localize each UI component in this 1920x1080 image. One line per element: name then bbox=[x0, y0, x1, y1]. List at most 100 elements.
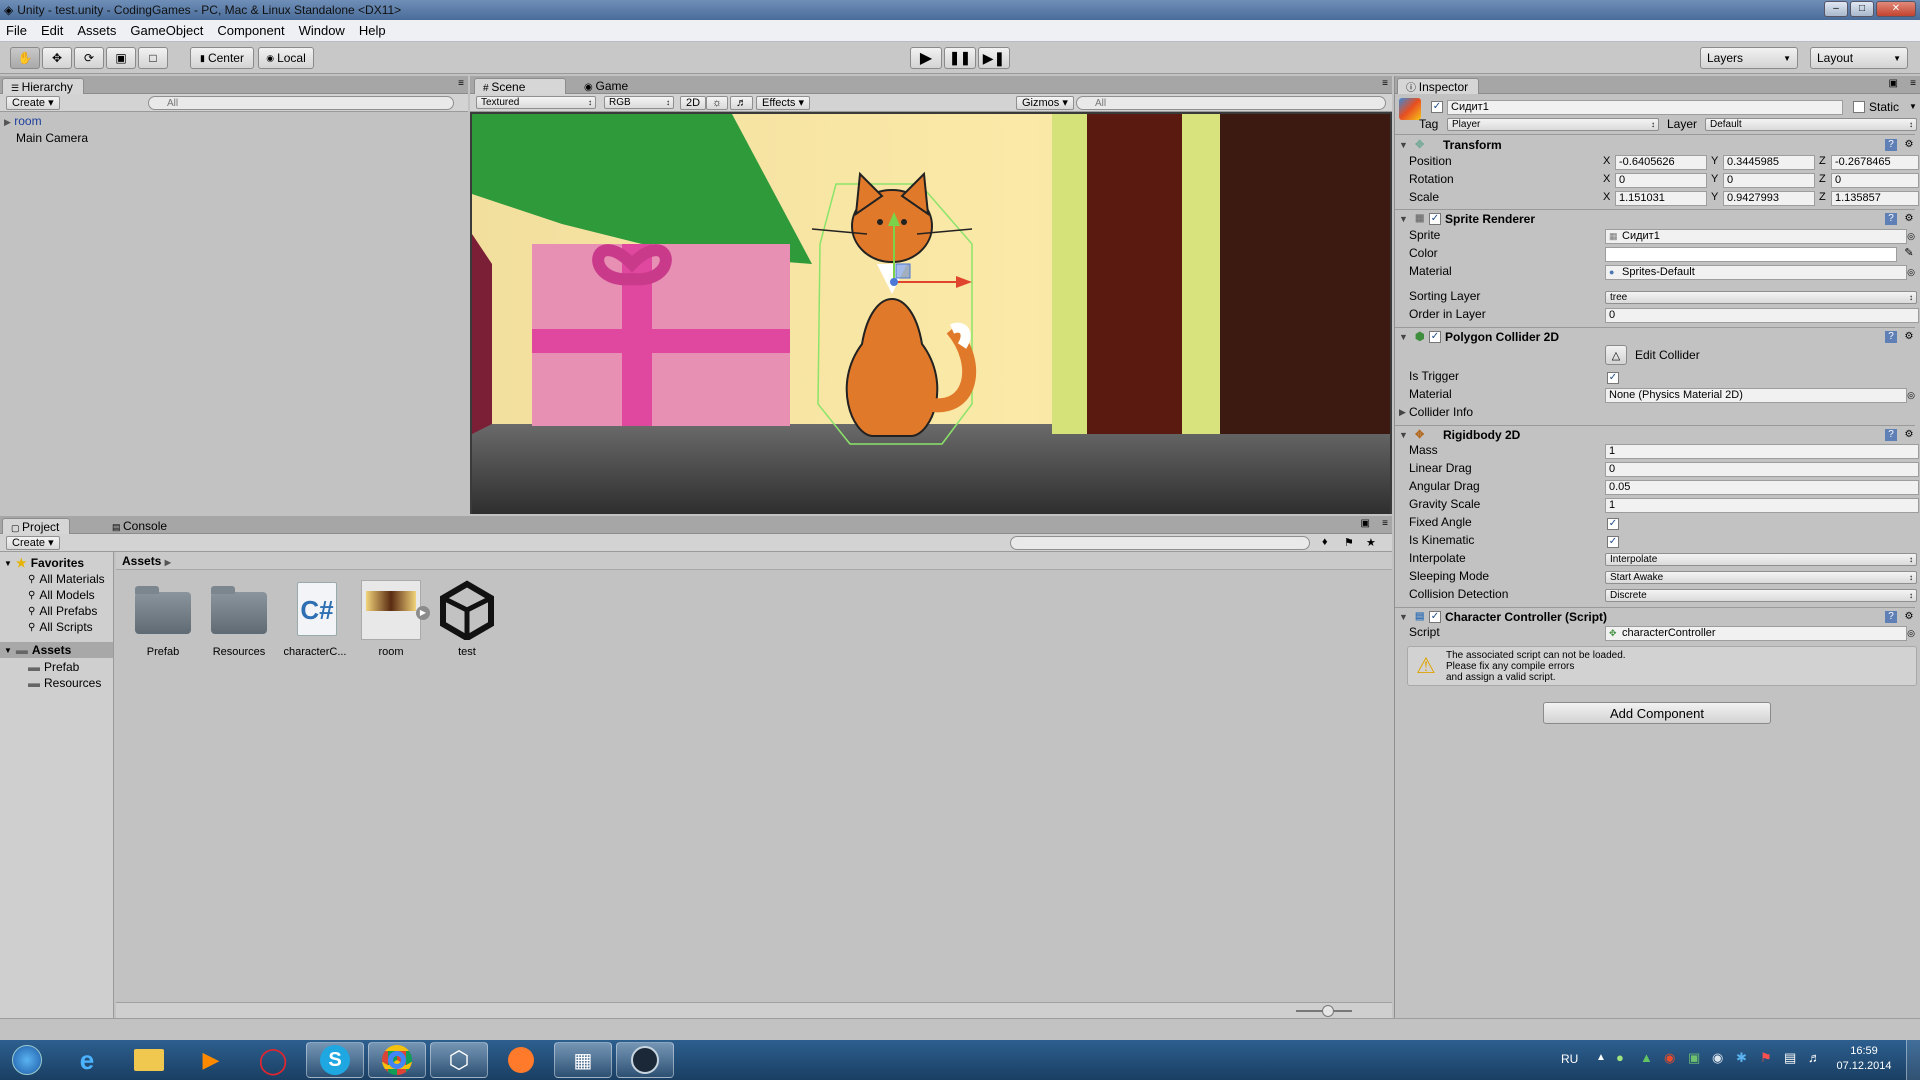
project-create-button[interactable]: Create ▾ bbox=[6, 536, 60, 550]
pause-button[interactable]: ❚❚ bbox=[944, 47, 976, 69]
tag-dropdown[interactable]: Player bbox=[1447, 118, 1659, 131]
menu-assets[interactable]: Assets bbox=[77, 23, 116, 38]
tray-app-icon[interactable]: ● bbox=[1616, 1050, 1624, 1065]
help-icon[interactable]: ? bbox=[1885, 611, 1897, 623]
help-icon[interactable]: ? bbox=[1885, 213, 1897, 225]
panel-menu-icon[interactable]: ≡ bbox=[1382, 78, 1388, 89]
collapse-arrow-icon[interactable]: ▼ bbox=[1399, 608, 1408, 626]
menu-component[interactable]: Component bbox=[217, 23, 284, 38]
taskbar-explorer[interactable] bbox=[120, 1042, 178, 1078]
mode-2d-toggle[interactable]: 2D bbox=[680, 96, 707, 110]
show-desktop-button[interactable] bbox=[1906, 1040, 1920, 1080]
object-picker-icon[interactable]: ◎ bbox=[1905, 389, 1917, 401]
transform-header[interactable]: ▼ ✥ Transform bbox=[1395, 136, 1775, 154]
panel-menu-icon[interactable]: ≡ bbox=[458, 78, 464, 89]
rotation-x-field[interactable]: 0 bbox=[1615, 173, 1707, 188]
rotation-z-field[interactable]: 0 bbox=[1831, 173, 1919, 188]
material-field[interactable]: ● Sprites-Default bbox=[1605, 265, 1907, 280]
lock-icon[interactable]: ▣ bbox=[1889, 78, 1898, 89]
network-icon[interactable]: ▤ bbox=[1784, 1050, 1796, 1066]
expand-arrow-icon[interactable]: ▶ bbox=[1399, 407, 1406, 418]
tray-app-icon[interactable]: ◉ bbox=[1664, 1050, 1675, 1066]
language-indicator[interactable]: RU bbox=[1561, 1052, 1578, 1066]
static-checkbox[interactable] bbox=[1853, 101, 1865, 113]
volume-icon[interactable]: ♬ bbox=[1808, 1050, 1821, 1065]
menu-file[interactable]: File bbox=[6, 23, 27, 38]
menu-edit[interactable]: Edit bbox=[41, 23, 63, 38]
sleeping-mode-dropdown[interactable]: Start Awake bbox=[1605, 571, 1917, 584]
tab-scene[interactable]: # Scene bbox=[474, 78, 566, 94]
zoom-slider-handle[interactable] bbox=[1322, 1005, 1334, 1017]
asset-item[interactable]: Prefab bbox=[128, 580, 198, 658]
collision-detection-dropdown[interactable]: Discrete bbox=[1605, 589, 1917, 602]
asset-item[interactable]: Resources bbox=[204, 580, 274, 658]
gear-icon[interactable]: ⚙ bbox=[1903, 331, 1915, 343]
object-picker-icon[interactable]: ◎ bbox=[1905, 266, 1917, 278]
angular-drag-field[interactable]: 0.05 bbox=[1605, 480, 1919, 495]
tray-steam-icon[interactable]: ◉ bbox=[1712, 1050, 1723, 1066]
position-z-field[interactable]: -0.2678465 bbox=[1831, 155, 1919, 170]
collapse-arrow-icon[interactable]: ▼ bbox=[1399, 210, 1408, 228]
scene-search-input[interactable] bbox=[1076, 96, 1386, 110]
scale-y-field[interactable]: 0.9427993 bbox=[1723, 191, 1815, 206]
tree-folder-item[interactable]: ▬ Resources bbox=[28, 676, 101, 690]
menu-window[interactable]: Window bbox=[299, 23, 345, 38]
expand-prefab-icon[interactable]: ▶ bbox=[416, 606, 430, 620]
tab-console[interactable]: ▤ Console bbox=[104, 518, 177, 534]
is-kinematic-checkbox[interactable]: ✓ bbox=[1607, 536, 1619, 548]
active-checkbox[interactable]: ✓ bbox=[1431, 101, 1443, 113]
taskbar-control-panel[interactable]: ▦ bbox=[554, 1042, 612, 1078]
eyedropper-icon[interactable]: ✎ bbox=[1903, 247, 1915, 259]
pivot-center-button[interactable]: ▮ Center bbox=[190, 47, 254, 69]
play-button[interactable]: ▶ bbox=[910, 47, 942, 69]
taskbar-ie[interactable]: e bbox=[58, 1042, 116, 1078]
plane-handle-icon[interactable] bbox=[895, 263, 911, 279]
space-local-button[interactable]: ◉ Local bbox=[258, 47, 314, 69]
gear-icon[interactable]: ⚙ bbox=[1903, 139, 1915, 151]
hand-tool-icon[interactable]: ✋ bbox=[10, 47, 40, 69]
scale-tool-icon[interactable]: ▣ bbox=[106, 47, 136, 69]
scale-x-field[interactable]: 1.151031 bbox=[1615, 191, 1707, 206]
gear-icon[interactable]: ⚙ bbox=[1903, 611, 1915, 623]
minimize-button[interactable]: – bbox=[1824, 1, 1848, 17]
tray-app-icon[interactable]: ▲ bbox=[1640, 1050, 1653, 1065]
panel-menu-icon[interactable]: ≡ bbox=[1382, 518, 1388, 529]
rect-tool-icon[interactable]: □ bbox=[138, 47, 168, 69]
tab-game[interactable]: ◉ Game bbox=[576, 78, 638, 94]
render-mode-dropdown[interactable]: RGB bbox=[604, 96, 674, 109]
dropdown-arrow-icon[interactable]: ▼ bbox=[1909, 102, 1917, 111]
layer-dropdown[interactable]: Default bbox=[1705, 118, 1917, 131]
hierarchy-search-field[interactable] bbox=[167, 97, 453, 109]
asset-item[interactable]: C# characterC... bbox=[280, 580, 350, 658]
help-icon[interactable]: ? bbox=[1885, 429, 1897, 441]
show-hidden-icons-icon[interactable]: ▲ bbox=[1596, 1052, 1606, 1063]
mass-field[interactable]: 1 bbox=[1605, 444, 1919, 459]
tree-favorite-item[interactable]: ⚲ All Materials bbox=[28, 572, 105, 586]
step-button[interactable]: ▶❚ bbox=[978, 47, 1010, 69]
layers-dropdown[interactable]: Layers ▼ bbox=[1700, 47, 1798, 69]
color-swatch[interactable] bbox=[1605, 247, 1897, 262]
collapse-arrow-icon[interactable]: ▼ bbox=[1399, 426, 1408, 444]
sprite-field[interactable]: ▦ Сидит1 bbox=[1605, 229, 1907, 244]
add-component-button[interactable]: Add Component bbox=[1543, 702, 1771, 724]
help-icon[interactable]: ? bbox=[1885, 139, 1897, 151]
taskbar-opera[interactable]: ◯ bbox=[244, 1042, 302, 1078]
scene-search-field[interactable] bbox=[1095, 97, 1385, 109]
tray-bluetooth-icon[interactable]: ✱ bbox=[1736, 1050, 1747, 1066]
tree-assets[interactable]: ▼ ▬ Assets bbox=[0, 642, 113, 658]
filter-by-label-icon[interactable]: ⚑ bbox=[1344, 536, 1354, 549]
effects-dropdown[interactable]: Effects ▾ bbox=[756, 96, 811, 110]
help-icon[interactable]: ? bbox=[1885, 331, 1897, 343]
collider-info-label[interactable]: Collider Info bbox=[1409, 405, 1473, 419]
favorite-star-icon[interactable]: ★ bbox=[1366, 536, 1376, 549]
hierarchy-search-input[interactable] bbox=[148, 96, 454, 110]
layout-dropdown[interactable]: Layout ▼ bbox=[1810, 47, 1908, 69]
gear-icon[interactable]: ⚙ bbox=[1903, 429, 1915, 441]
taskbar-chrome[interactable] bbox=[368, 1042, 426, 1078]
taskbar-unity[interactable]: ⬡ bbox=[430, 1042, 488, 1078]
interpolate-dropdown[interactable]: Interpolate bbox=[1605, 553, 1917, 566]
rotate-tool-icon[interactable]: ⟳ bbox=[74, 47, 104, 69]
sorting-layer-dropdown[interactable]: tree bbox=[1605, 291, 1917, 304]
order-in-layer-field[interactable]: 0 bbox=[1605, 308, 1919, 323]
collapse-arrow-icon[interactable]: ▼ bbox=[4, 646, 12, 655]
